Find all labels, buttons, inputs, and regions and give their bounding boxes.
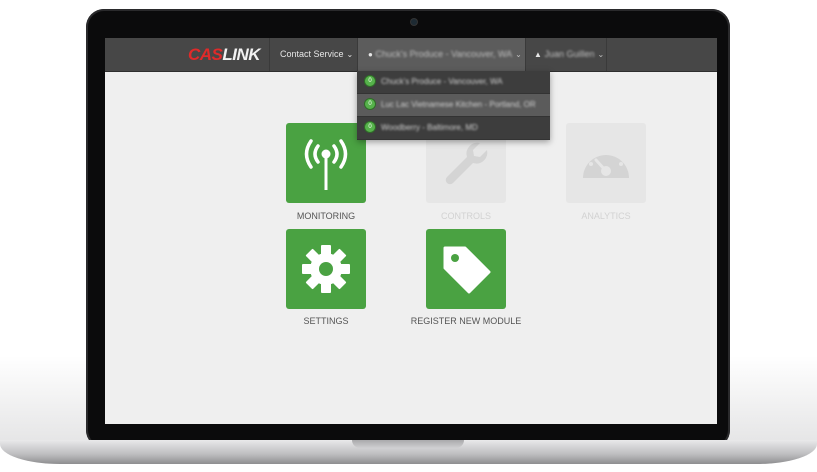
location-dropdown: 0 Chuck's Produce - Vancouver, WA 0 Luc …	[357, 71, 550, 140]
location-option-label: Chuck's Produce - Vancouver, WA	[381, 77, 503, 86]
map-pin-icon: ●	[368, 50, 373, 59]
chevron-down-icon: ⌄	[597, 50, 605, 59]
caslink-logo[interactable]: CASLINK	[188, 45, 261, 64]
laptop-notch	[352, 440, 464, 448]
location-count-badge: 0	[365, 76, 375, 86]
tag-icon	[443, 246, 491, 294]
location-option-label: Woodberry - Baltimore, MD	[381, 123, 478, 132]
contact-service-label: Contact Service	[280, 49, 344, 59]
gauge-icon	[583, 149, 629, 178]
chevron-down-icon: ⌄	[346, 50, 354, 59]
monitoring-label: MONITORING	[296, 211, 356, 221]
settings-label: SETTINGS	[303, 316, 349, 326]
location-option[interactable]: 0 Luc Lac Vietnamese Kitchen - Portland,…	[357, 94, 550, 117]
location-count-badge: 0	[365, 99, 375, 109]
location-selector-label: Chuck's Produce - Vancouver, WA	[375, 49, 513, 59]
top-navigation-bar: CASLINK Contact Service ⌄ ● Chuck's Produ…	[105, 38, 717, 72]
gear-icon	[302, 245, 350, 293]
location-option[interactable]: 0 Woodberry - Baltimore, MD	[357, 117, 550, 140]
register-module-tile[interactable]	[426, 229, 506, 309]
app-screen: CASLINK Contact Service ⌄ ● Chuck's Produ…	[105, 38, 717, 424]
wrench-icon	[445, 142, 488, 185]
analytics-tile	[566, 123, 646, 203]
location-option[interactable]: 0 Chuck's Produce - Vancouver, WA	[357, 71, 550, 94]
user-menu[interactable]: ▲ Juan Guillen ⌄	[525, 38, 607, 71]
user-icon: ▲	[534, 50, 542, 59]
chevron-down-icon: ⌄	[515, 50, 522, 59]
user-name: Juan Guillen	[544, 49, 595, 59]
webcam	[411, 19, 417, 25]
location-option-label: Luc Lac Vietnamese Kitchen - Portland, O…	[381, 100, 536, 109]
monitoring-tile[interactable]	[286, 123, 366, 203]
register-module-label: REGISTER NEW MODULE	[410, 316, 522, 326]
logo-link: LINK	[222, 45, 261, 64]
settings-tile[interactable]	[286, 229, 366, 309]
contact-service-menu[interactable]: Contact Service ⌄	[269, 38, 355, 71]
antenna-signal-icon	[304, 139, 348, 190]
location-count-badge: 0	[365, 122, 375, 132]
analytics-label: ANALYTICS	[581, 211, 631, 221]
logo-cas: CAS	[188, 45, 223, 64]
controls-label: CONTROLS	[440, 211, 491, 221]
location-selector[interactable]: ● Chuck's Produce - Vancouver, WA ⌄	[357, 38, 525, 71]
